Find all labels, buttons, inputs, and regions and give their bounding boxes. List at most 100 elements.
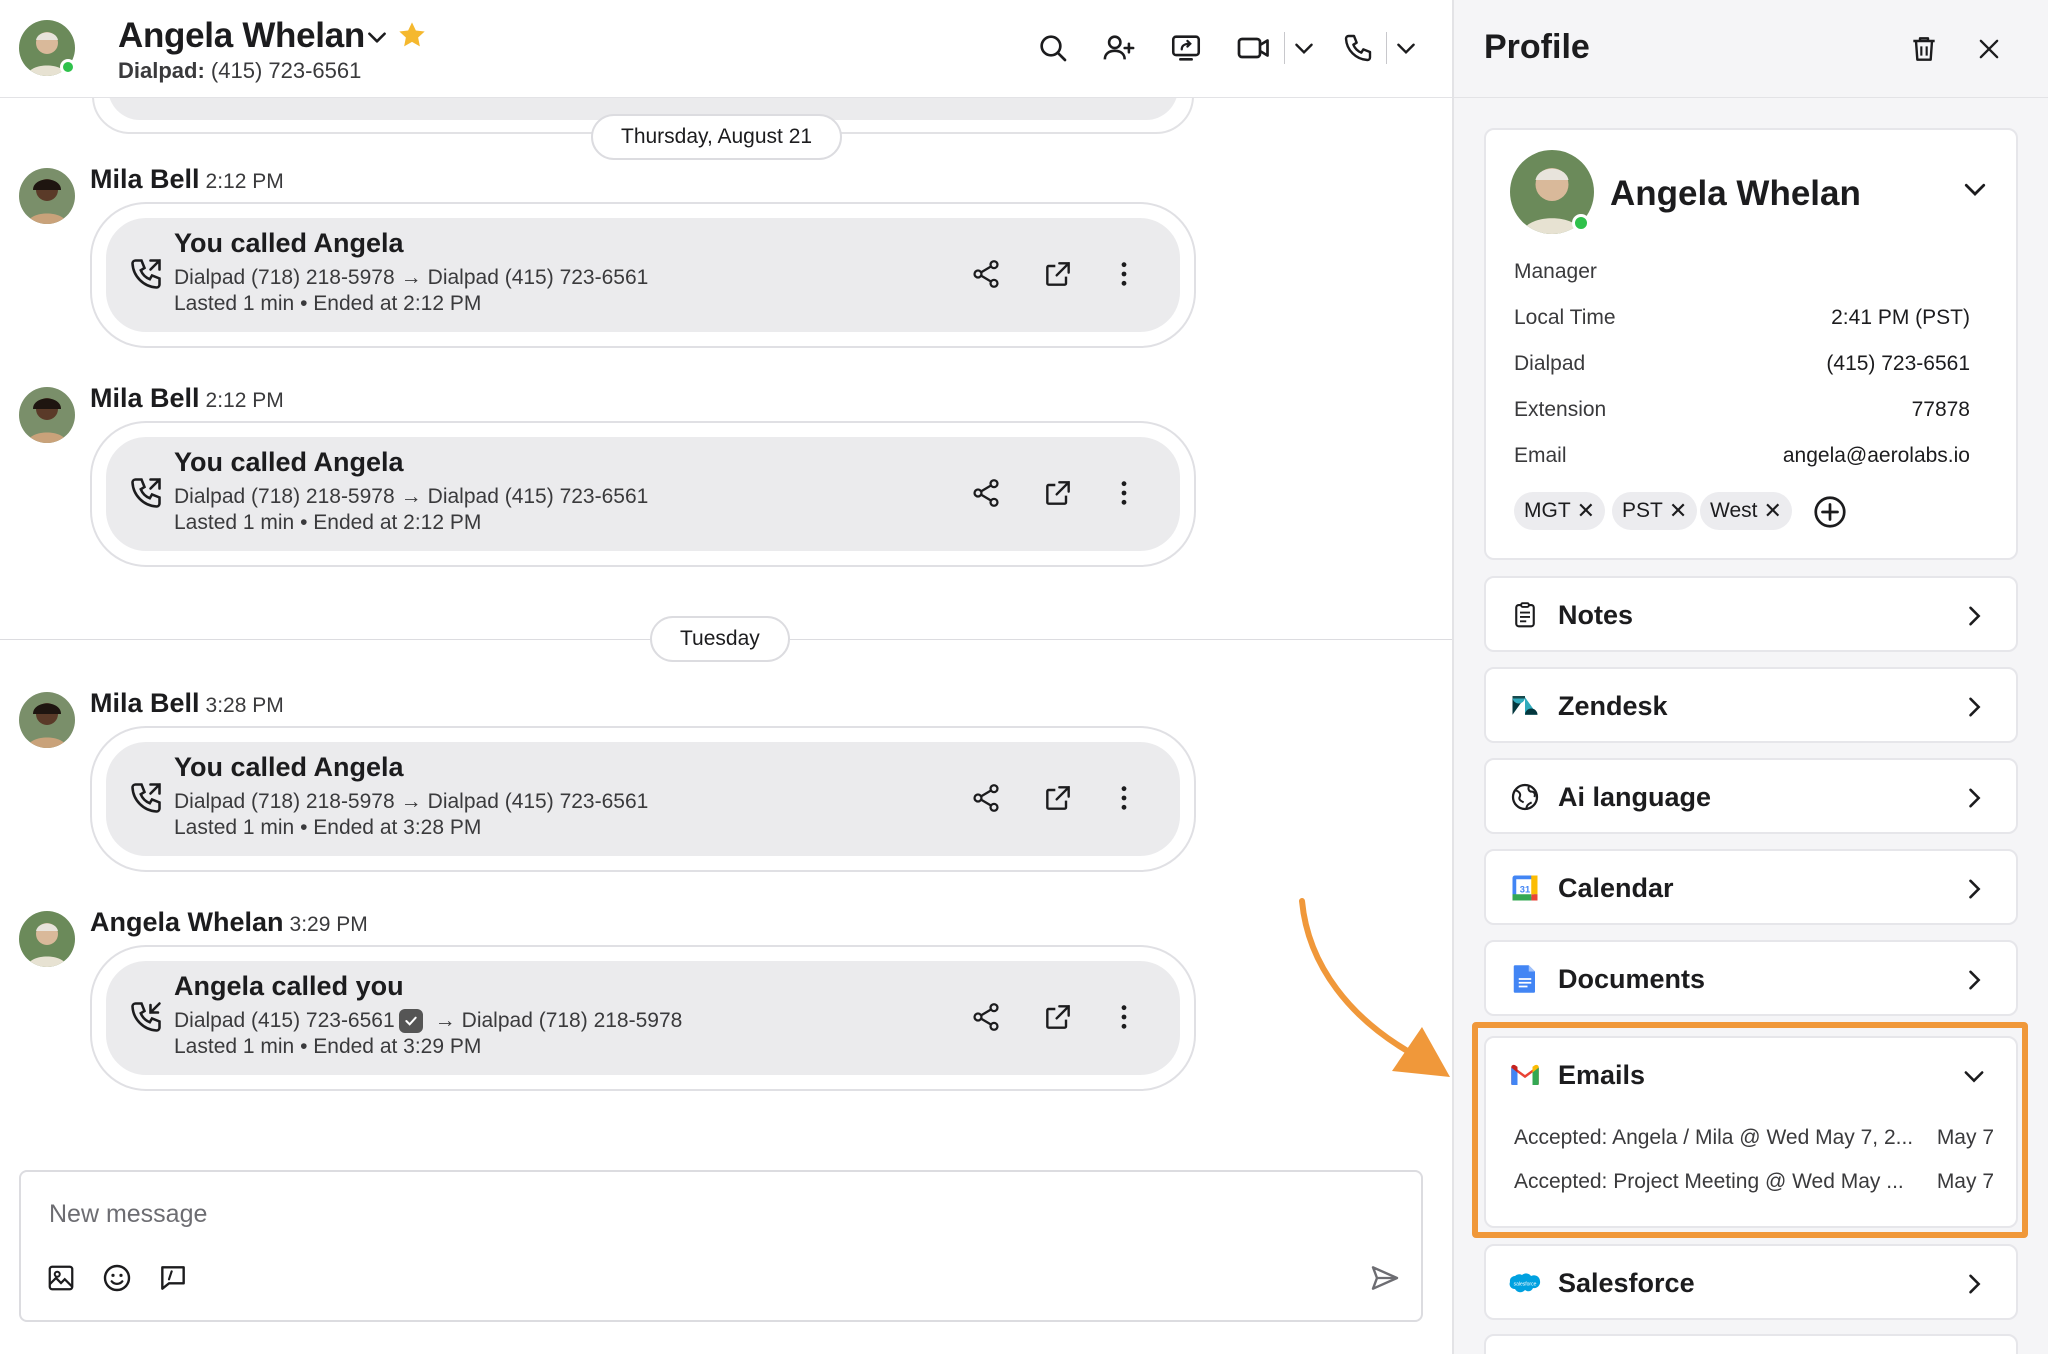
profile-field-dialpad: Dialpad (415) 723-6561: [1514, 352, 1970, 376]
section-label: Emails: [1558, 1060, 1646, 1090]
call-card-body: You called Angela Dialpad (718) 218-5978…: [106, 218, 1180, 332]
shortcut-message-icon[interactable]: [155, 1260, 191, 1296]
search-icon[interactable]: [1035, 30, 1071, 66]
sender-avatar[interactable]: [19, 168, 75, 224]
chevron-down-icon[interactable]: [1960, 1062, 1988, 1090]
arrow-right-icon: →: [434, 1009, 456, 1032]
call-title: You called Angela: [174, 447, 404, 477]
section-documents[interactable]: Documents: [1484, 940, 2018, 1016]
section-notes[interactable]: Notes: [1484, 576, 2018, 652]
date-separator: Thursday, August 21: [591, 114, 843, 160]
chevron-down-icon[interactable]: [364, 24, 390, 50]
field-value[interactable]: (415) 723-6561: [1826, 352, 1970, 376]
contact-avatar[interactable]: [19, 20, 76, 76]
call-card[interactable]: Angela called you Dialpad (415) 723-6561…: [90, 945, 1196, 1091]
chevron-down-icon[interactable]: [1960, 174, 1990, 204]
call-title: Angela called you: [174, 971, 404, 1001]
svg-text:31: 31: [1520, 884, 1530, 894]
section-zendesk[interactable]: Zendesk: [1484, 667, 2018, 743]
open-external-icon[interactable]: [1038, 997, 1078, 1037]
chevron-right-icon: [1969, 879, 1981, 899]
call-card[interactable]: You called Angela Dialpad (718) 218-5978…: [90, 202, 1196, 348]
email-item[interactable]: Accepted: Angela / Mila @ Wed May 7, 2..…: [1514, 1126, 1994, 1150]
avatar-photo: [19, 692, 75, 748]
remove-tag-icon[interactable]: ✕: [1763, 500, 1781, 522]
field-label: Email: [1514, 444, 1567, 467]
emoji-icon[interactable]: [99, 1260, 135, 1296]
email-subject: Accepted: Angela / Mila @ Wed May 7, 2..…: [1514, 1126, 1914, 1149]
section-salesforce[interactable]: salesforce Salesforce: [1484, 1244, 2018, 1320]
open-external-icon[interactable]: [1038, 778, 1078, 818]
tag-chip: PST ✕: [1612, 492, 1698, 530]
avatar-photo: [19, 911, 75, 967]
call-route: Dialpad (718) 218-5978 → Dialpad (415) 723…: [174, 266, 648, 290]
video-call-icon[interactable]: [1236, 30, 1272, 66]
message-item: Angela Whelan 3:29 PM Angela called you D…: [0, 907, 1452, 1097]
verified-check-icon: [398, 1009, 423, 1033]
send-icon[interactable]: [1367, 1260, 1403, 1296]
route-from: Dialpad (415) 723-6561: [174, 1009, 395, 1032]
profile-role: Manager: [1514, 260, 1597, 283]
add-tag-icon[interactable]: [1812, 494, 1848, 530]
sender-name: Mila Bell: [90, 688, 200, 718]
chevron-down-icon[interactable]: [1286, 30, 1322, 66]
chevron-right-icon: [1969, 606, 1981, 626]
tag-chip: MGT ✕: [1514, 492, 1606, 530]
section-ai-language[interactable]: Ai language: [1484, 758, 2018, 834]
contact-number-line: Dialpad: (415) 723-6561: [118, 58, 361, 84]
message-list[interactable]: Thursday, August 21 Mila Bell 2:12 PM You…: [0, 98, 1452, 1158]
number-label: Dialpad:: [118, 58, 205, 83]
email-subject: Accepted: Project Meeting @ Wed May ...: [1514, 1170, 1904, 1193]
call-duration: Lasted 1 min • Ended at 2:12 PM: [174, 511, 482, 534]
sender-avatar[interactable]: [19, 387, 75, 443]
call-card-body: Angela called you Dialpad (415) 723-6561…: [106, 961, 1180, 1075]
section-next[interactable]: [1484, 1334, 2018, 1354]
more-options-icon[interactable]: [1104, 473, 1144, 513]
message-item: Mila Bell 3:28 PM You called Angela Dialp…: [0, 688, 1452, 878]
sender-avatar[interactable]: [19, 692, 75, 748]
divider: [1284, 32, 1285, 64]
open-external-icon[interactable]: [1038, 473, 1078, 513]
contact-name[interactable]: Angela Whelan: [118, 16, 365, 56]
field-value[interactable]: angela@aerolabs.io: [1783, 444, 1970, 468]
new-message-input[interactable]: [49, 1196, 1249, 1232]
call-card-body: You called Angela Dialpad (718) 218-5978…: [106, 742, 1180, 856]
call-card[interactable]: You called Angela Dialpad (718) 218-5978…: [90, 421, 1196, 567]
more-options-icon[interactable]: [1104, 254, 1144, 294]
contact-number: (415) 723-6561: [210, 58, 362, 83]
share-icon[interactable]: [966, 997, 1006, 1037]
clipboard-icon: [1508, 598, 1542, 632]
share-icon[interactable]: [966, 254, 1006, 294]
more-options-icon[interactable]: [1104, 997, 1144, 1037]
share-icon[interactable]: [966, 778, 1006, 818]
open-external-icon[interactable]: [1038, 254, 1078, 294]
share-icon[interactable]: [966, 473, 1006, 513]
sender-name: Angela Whelan: [90, 907, 284, 937]
call-route: Dialpad (718) 218-5978 → Dialpad (415) 723…: [174, 485, 648, 509]
sender-avatar[interactable]: [19, 911, 75, 967]
zendesk-icon: [1508, 689, 1542, 723]
email-item[interactable]: Accepted: Project Meeting @ Wed May ... M…: [1514, 1170, 1994, 1194]
section-emails[interactable]: Emails Accepted: Angela / Mila @ Wed May…: [1484, 1036, 2018, 1228]
image-icon[interactable]: [43, 1260, 79, 1296]
add-person-icon[interactable]: [1101, 30, 1137, 66]
screen-share-icon[interactable]: [1168, 30, 1204, 66]
phone-call-icon[interactable]: [1340, 30, 1376, 66]
section-calendar[interactable]: 31 Calendar: [1484, 849, 2018, 925]
annotation-arrow-icon: [1299, 898, 1450, 1077]
remove-tag-icon[interactable]: ✕: [1669, 500, 1687, 522]
email-date: May 7: [1936, 1170, 1994, 1193]
close-icon[interactable]: [1970, 30, 2008, 68]
sender-name: Mila Bell: [90, 383, 200, 413]
more-options-icon[interactable]: [1104, 778, 1144, 818]
call-card[interactable]: You called Angela Dialpad (718) 218-5978…: [90, 726, 1196, 872]
profile-panel: Profile Angela Whelan Manager Local Time…: [1452, 0, 2048, 1354]
google-docs-icon: [1508, 962, 1542, 996]
remove-tag-icon[interactable]: ✕: [1577, 500, 1595, 522]
chevron-down-icon[interactable]: [1388, 30, 1424, 66]
route-from: Dialpad (718) 218-5978: [174, 485, 395, 508]
favorite-star-icon[interactable]: [396, 19, 428, 51]
trash-icon[interactable]: [1905, 30, 1943, 68]
tag-chip: West ✕: [1700, 492, 1792, 530]
divider: [1386, 32, 1387, 64]
